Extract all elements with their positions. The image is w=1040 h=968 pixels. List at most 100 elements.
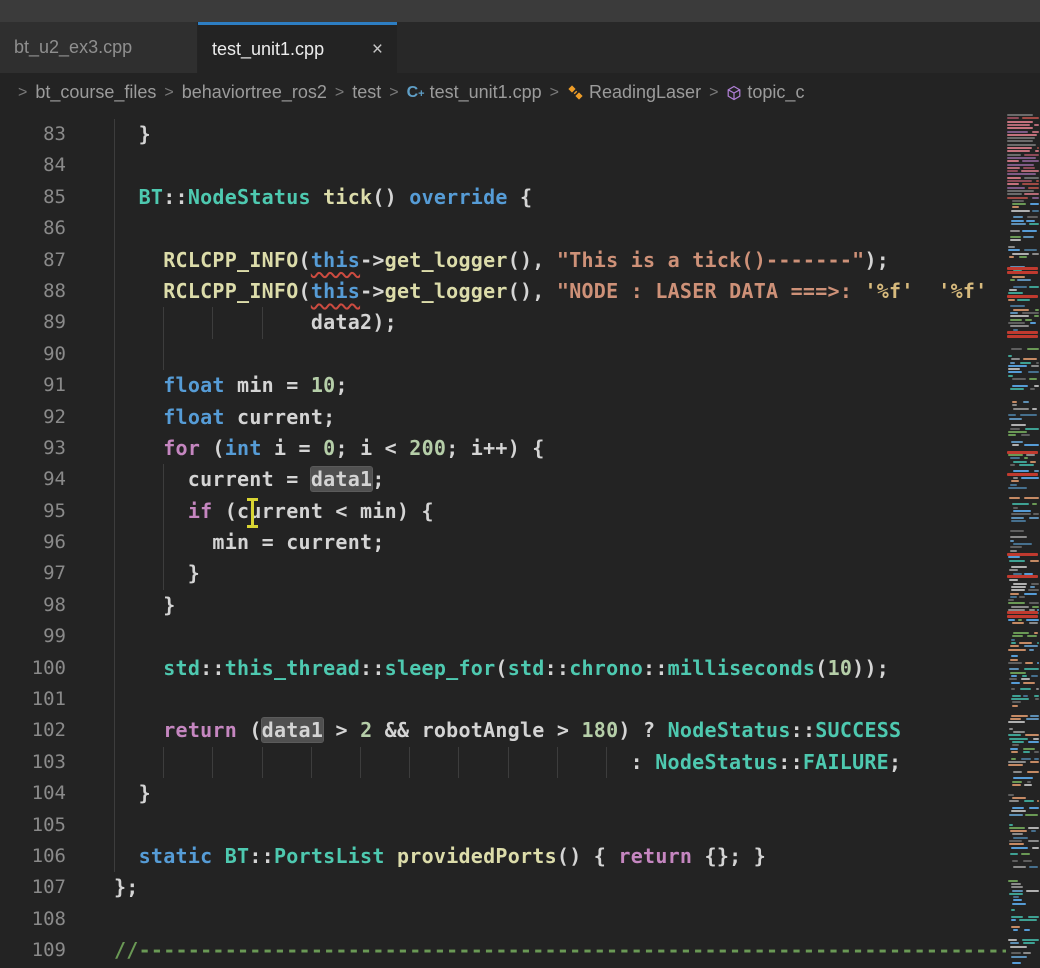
- line-number: 83: [0, 119, 66, 150]
- minimap-line: [1012, 276, 1025, 278]
- code-line-104[interactable]: 104 }: [0, 778, 1040, 809]
- code-token: >: [323, 718, 360, 742]
- code-token: std: [508, 656, 545, 680]
- close-icon[interactable]: ×: [362, 40, 383, 59]
- code-line-95[interactable]: 95 if (current < min) {: [0, 496, 1040, 527]
- minimap-line: [1011, 675, 1017, 677]
- minimap-line: [1032, 131, 1039, 133]
- breadcrumb-label: bt_course_files: [35, 82, 156, 103]
- breadcrumb-item-test[interactable]: test: [352, 82, 381, 103]
- code-line-84[interactable]: 84: [0, 150, 1040, 181]
- minimap-line: [1010, 319, 1022, 321]
- minimap-line: [1012, 200, 1024, 202]
- code-token: std: [163, 656, 200, 680]
- line-number: 97: [0, 558, 66, 589]
- line-number: 89: [0, 307, 66, 338]
- code-line-88[interactable]: 88 RCLCPP_INFO(this->get_logger(), "NODE…: [0, 276, 1040, 307]
- minimap-line: [1010, 305, 1025, 307]
- line-number: 109: [0, 935, 66, 966]
- minimap-line: [1009, 560, 1025, 562]
- minimap-line: [1008, 365, 1027, 367]
- minimap-line: [1017, 299, 1030, 301]
- minimap-line: [1010, 236, 1021, 238]
- minimap-line: [1008, 880, 1018, 882]
- code-line-87[interactable]: 87 RCLCPP_INFO(this->get_logger(), "This…: [0, 245, 1040, 276]
- minimap-line: [1007, 131, 1028, 133]
- code-line-content: [114, 150, 1040, 181]
- code-line-94[interactable]: 94 current = data1;: [0, 464, 1040, 495]
- minimap-line: [1008, 487, 1027, 489]
- code-line-90[interactable]: 90: [0, 339, 1040, 370]
- tab-test_unit1-cpp[interactable]: test_unit1.cpp×: [198, 22, 397, 73]
- minimap-line: [1009, 579, 1018, 581]
- minimap-line: [1031, 583, 1039, 585]
- minimap-line: [1010, 645, 1019, 647]
- code-line-100[interactable]: 100 std::this_thread::sleep_for(std::chr…: [0, 653, 1040, 684]
- breadcrumb-item-topic_c[interactable]: topic_c: [726, 82, 804, 103]
- code-line-96[interactable]: 96 min = current;: [0, 527, 1040, 558]
- minimap-line: [1010, 464, 1015, 466]
- code-line-105[interactable]: 105: [0, 810, 1040, 841]
- code-token: (),: [508, 279, 557, 303]
- code-line-109[interactable]: 109//-----------------------------------…: [0, 935, 1040, 966]
- code-token: }: [114, 781, 151, 805]
- line-number: 101: [0, 684, 66, 715]
- code-line-93[interactable]: 93 for (int i = 0; i < 200; i++) {: [0, 433, 1040, 464]
- code-line-97[interactable]: 97 }: [0, 558, 1040, 589]
- minimap-line: [1028, 187, 1039, 189]
- minimap-line: [1024, 800, 1033, 802]
- code-line-108[interactable]: 108: [0, 904, 1040, 935]
- minimap-line: [1012, 903, 1026, 905]
- minimap[interactable]: [1006, 112, 1040, 968]
- minimap-line: [1012, 705, 1018, 707]
- code-line-102[interactable]: 102 return (data1 > 2 && robotAngle > 18…: [0, 715, 1040, 746]
- code-line-98[interactable]: 98 }: [0, 590, 1040, 621]
- minimap-line: [1012, 807, 1024, 809]
- minimap-line: [1012, 206, 1019, 208]
- code-line-86[interactable]: 86: [0, 213, 1040, 244]
- code-editor[interactable]: 83 }8485 BT::NodeStatus tick() override …: [0, 112, 1040, 968]
- code-token: current;: [225, 405, 336, 429]
- minimap-line: [1013, 866, 1026, 868]
- code-line-85[interactable]: 85 BT::NodeStatus tick() override {: [0, 182, 1040, 213]
- code-line-101[interactable]: 101: [0, 684, 1040, 715]
- code-token: [114, 656, 163, 680]
- code-token: "NODE : LASER DATA ===>:: [557, 279, 865, 303]
- minimap-line: [1024, 249, 1037, 251]
- minimap-line: [1013, 771, 1022, 773]
- line-number: 102: [0, 715, 66, 746]
- minimap-line: [1012, 962, 1021, 964]
- breadcrumb-item-ReadingLaser[interactable]: ReadingLaser: [567, 82, 701, 103]
- minimap-line: [1020, 414, 1038, 416]
- code-line-83[interactable]: 83 }: [0, 119, 1040, 150]
- minimap-line: [1028, 916, 1039, 918]
- minimap-line: [1021, 170, 1039, 172]
- breadcrumb-item-test_unit1-cpp[interactable]: C+test_unit1.cpp: [407, 82, 542, 103]
- code-line-91[interactable]: 91 float min = 10;: [0, 370, 1040, 401]
- minimap-line: [1035, 309, 1039, 311]
- minimap-line: [1010, 718, 1021, 720]
- code-line-99[interactable]: 99: [0, 621, 1040, 652]
- minimap-line: [1012, 695, 1021, 697]
- minimap-line: [1011, 919, 1016, 921]
- chevron-right-icon: >: [335, 84, 344, 102]
- title-bar: [0, 0, 1040, 22]
- code-line-103[interactable]: 103 : NodeStatus::FAILURE;: [0, 747, 1040, 778]
- code-line-92[interactable]: 92 float current;: [0, 402, 1040, 433]
- code-line-89[interactable]: 89 data2);: [0, 307, 1040, 338]
- code-line-107[interactable]: 107};: [0, 872, 1040, 903]
- breadcrumb-item-bt_course_files[interactable]: bt_course_files: [35, 82, 156, 103]
- minimap-line: [1010, 312, 1018, 314]
- code-line-content: }: [114, 590, 1040, 621]
- minimap-line: [1010, 428, 1020, 430]
- tab-bt_u2_ex3-cpp[interactable]: bt_u2_ex3.cpp: [0, 22, 198, 73]
- breadcrumb-item-behaviortree_ros2[interactable]: behaviortree_ros2: [182, 82, 327, 103]
- minimap-line: [1024, 193, 1039, 195]
- line-number: 100: [0, 653, 66, 684]
- minimap-line: [1024, 444, 1039, 446]
- minimap-line: [1024, 177, 1039, 179]
- minimap-line: [1007, 173, 1036, 175]
- code-line-106[interactable]: 106 static BT::PortsList providedPorts()…: [0, 841, 1040, 872]
- minimap-line: [1013, 583, 1027, 585]
- code-token: 0: [323, 436, 335, 460]
